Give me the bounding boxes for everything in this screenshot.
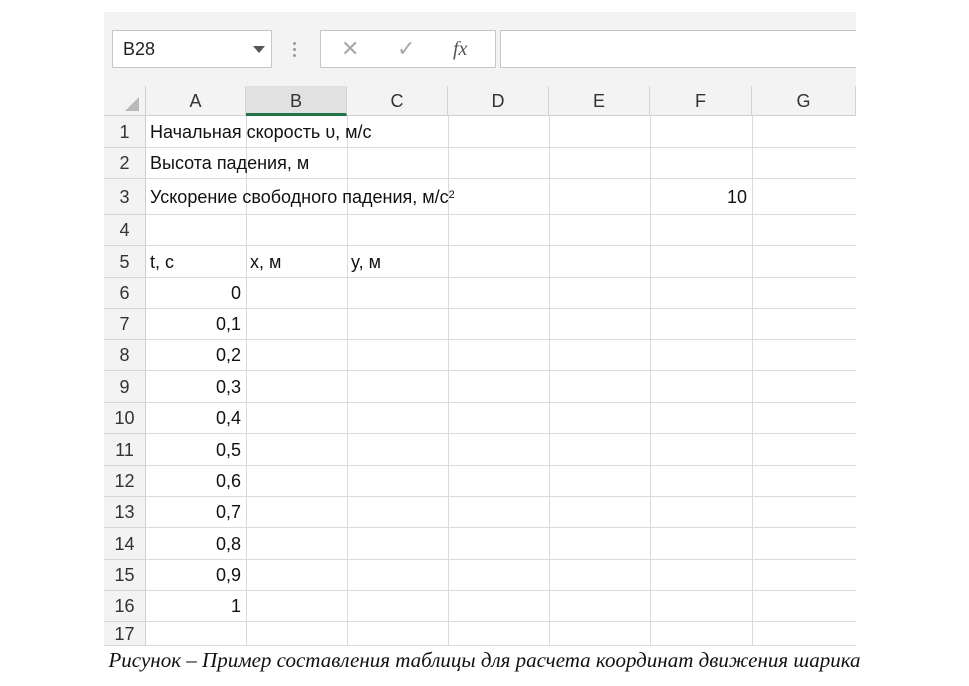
row-header-3[interactable]: 3 — [104, 179, 146, 215]
row-gridline — [146, 591, 856, 622]
cell-value: 0,3 — [215, 377, 241, 397]
column-header-c[interactable]: C — [347, 86, 448, 116]
cell-value: 0,6 — [215, 471, 241, 491]
column-header-b[interactable]: B — [246, 86, 347, 116]
column-header-row: ABCDEFG — [104, 86, 856, 116]
cell-f3[interactable]: 10 — [650, 179, 747, 215]
cell-value: x, м — [250, 252, 282, 272]
cell-a5[interactable]: t, c — [150, 246, 174, 278]
cell-value: 0,8 — [215, 534, 241, 554]
figure-caption: Рисунок – Пример составления таблицы для… — [108, 648, 861, 672]
row-header-2[interactable]: 2 — [104, 148, 146, 179]
cell-value: 10 — [726, 187, 747, 207]
spreadsheet-window: B28 ✕ ✓ fx ABCDEFG 1 2 3 4 5 6 7 8 9 10 11 12 13 14 15… — [104, 12, 856, 646]
row-header-4[interactable]: 4 — [104, 215, 146, 246]
cell-value: 1 — [230, 596, 241, 616]
drag-handle-icon[interactable] — [293, 42, 296, 57]
row-gridline — [146, 371, 856, 403]
row-header-7[interactable]: 7 — [104, 309, 146, 340]
row-gridline — [146, 497, 856, 528]
cell-value: 0,5 — [215, 440, 241, 460]
column-header-f[interactable]: F — [650, 86, 752, 116]
formula-input[interactable] — [500, 30, 856, 68]
row-header-11[interactable]: 11 — [104, 434, 146, 466]
row-gridline — [146, 560, 856, 591]
row-header-9[interactable]: 9 — [104, 371, 146, 403]
row-header-14[interactable]: 14 — [104, 528, 146, 560]
row-header-15[interactable]: 15 — [104, 560, 146, 591]
row-gridline — [146, 215, 856, 246]
cell-value: Начальная скорость υ, м/с — [150, 122, 372, 142]
cell-value: t, c — [150, 252, 175, 272]
cell-value: 0,1 — [215, 314, 241, 334]
select-all-icon — [125, 97, 139, 111]
cell-a10[interactable]: 0,4 — [146, 403, 241, 434]
chevron-down-icon[interactable] — [253, 46, 265, 53]
cell-a1[interactable]: Начальная скорость υ, м/с — [150, 116, 372, 148]
name-box[interactable]: B28 — [112, 30, 272, 68]
row-header-8[interactable]: 8 — [104, 340, 146, 371]
cell-c5[interactable]: y, м — [351, 246, 381, 278]
select-all-button[interactable] — [104, 86, 146, 116]
cell-a11[interactable]: 0,5 — [146, 434, 241, 466]
cell-value: 0,2 — [215, 345, 241, 365]
cell-a14[interactable]: 0,8 — [146, 528, 241, 560]
cell-a13[interactable]: 0,7 — [146, 497, 241, 528]
check-icon[interactable]: ✓ — [397, 37, 415, 61]
row-gridline — [146, 340, 856, 371]
cell-a3[interactable]: Ускорение свободного падения, м/с2 — [150, 179, 455, 215]
row-header-5[interactable]: 5 — [104, 246, 146, 278]
cell-grid[interactable]: ABCDEFG 1 2 3 4 5 6 7 8 9 10 11 12 13 14 15 16 17 Начальн… — [104, 86, 856, 646]
cell-a2[interactable]: Высота падения, м — [150, 148, 309, 179]
column-header-d[interactable]: D — [448, 86, 549, 116]
row-gridline — [146, 403, 856, 434]
cell-value: 0 — [230, 283, 241, 303]
cell-value: Высота падения, м — [150, 153, 310, 173]
name-box-value: B28 — [123, 39, 156, 59]
row-gridline — [146, 434, 856, 466]
row-gridline — [146, 622, 856, 646]
cell-value: Ускорение свободного падения, м/с — [150, 187, 449, 207]
cell-value: 0,4 — [215, 408, 241, 428]
cell-a16[interactable]: 1 — [146, 591, 241, 622]
cell-a9[interactable]: 0,3 — [146, 371, 241, 403]
column-header-g[interactable]: G — [752, 86, 856, 116]
cell-a7[interactable]: 0,1 — [146, 309, 241, 340]
row-gridline — [146, 278, 856, 309]
formula-buttons: ✕ ✓ fx — [320, 30, 496, 68]
cell-a6[interactable]: 0 — [146, 278, 241, 309]
row-gridline — [146, 528, 856, 560]
cancel-icon[interactable]: ✕ — [341, 37, 359, 61]
row-header-16[interactable]: 16 — [104, 591, 146, 622]
cell-a12[interactable]: 0,6 — [146, 466, 241, 497]
row-header-17[interactable]: 17 — [104, 622, 146, 646]
cell-b5[interactable]: x, м — [250, 246, 281, 278]
row-gridline — [146, 466, 856, 497]
row-header-13[interactable]: 13 — [104, 497, 146, 528]
row-gridline — [146, 309, 856, 340]
cell-value: y, м — [351, 252, 382, 272]
cell-value: 0,9 — [215, 565, 241, 585]
row-header-10[interactable]: 10 — [104, 403, 146, 434]
insert-function-icon[interactable]: fx — [453, 37, 467, 61]
cell-superscript: 2 — [448, 189, 455, 201]
column-header-a[interactable]: A — [146, 86, 246, 116]
row-header-6[interactable]: 6 — [104, 278, 146, 309]
column-header-e[interactable]: E — [549, 86, 650, 116]
row-header-1[interactable]: 1 — [104, 116, 146, 148]
cell-a15[interactable]: 0,9 — [146, 560, 241, 591]
row-header-12[interactable]: 12 — [104, 466, 146, 497]
cell-value: 0,7 — [215, 502, 241, 522]
cell-a8[interactable]: 0,2 — [146, 340, 241, 371]
